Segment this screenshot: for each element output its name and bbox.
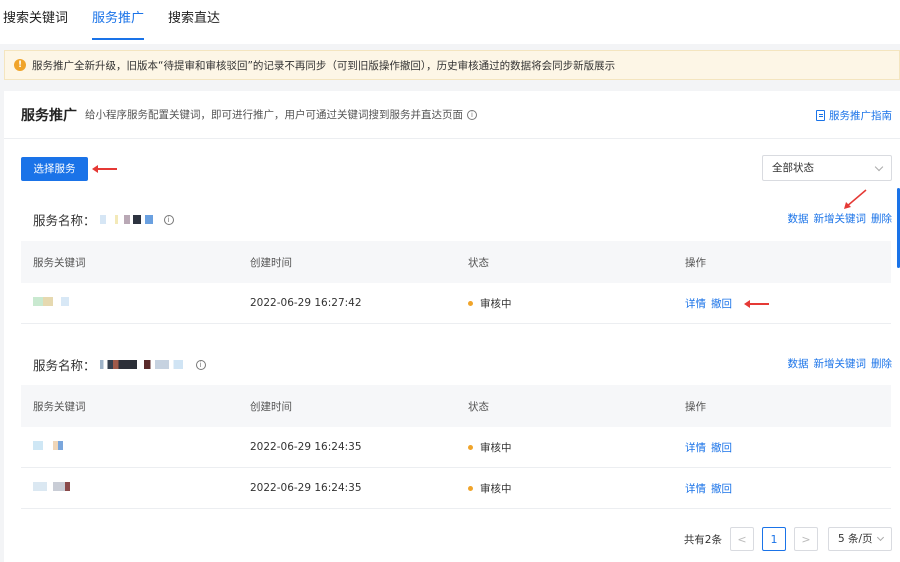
withdraw-link[interactable]: 撤回	[711, 298, 732, 310]
redacted-service-name	[99, 215, 160, 224]
annotation-arrow-icon	[844, 189, 867, 209]
table-header: 服务关键词 创建时间 状态 操作	[21, 241, 891, 283]
annotation-arrow-icon	[744, 300, 769, 307]
service-name-1: 服务名称： i	[33, 210, 174, 229]
chevron-down-icon	[876, 533, 885, 542]
status-text: 审核中	[480, 297, 512, 310]
info-icon[interactable]: i	[163, 214, 174, 225]
table-row: 2022-06-29 16:24:35 审核中 详情 撤回	[21, 427, 891, 468]
created-time: 2022-06-29 16:24:35	[250, 441, 362, 453]
details-link[interactable]: 详情	[685, 483, 706, 495]
service-actions-1: 数据 新增关键词 删除	[783, 211, 893, 226]
status-dot-icon	[468, 300, 473, 306]
total-count: 共有2条	[683, 533, 722, 546]
column-header-status: 状态	[468, 256, 489, 269]
created-time: 2022-06-29 16:27:42	[250, 297, 362, 309]
column-header-time: 创建时间	[250, 400, 292, 413]
info-icon[interactable]: i	[467, 109, 477, 120]
delete-link[interactable]: 删除	[871, 358, 892, 370]
redacted-service-name	[99, 360, 192, 369]
chevron-down-icon	[874, 162, 884, 172]
redacted-keyword	[33, 297, 73, 306]
top-tabs: 搜索关键词 服务推广 搜索直达	[0, 0, 900, 44]
data-link[interactable]: 数据	[788, 358, 809, 370]
created-time: 2022-06-29 16:24:35	[250, 482, 362, 494]
notice-banner: ! 服务推广全新升级，旧版本“待提审和审核驳回”的记录不再同步（可到旧版操作撤回…	[4, 50, 900, 80]
guide-link-label: 服务推广指南	[829, 110, 892, 122]
pagination: 共有2条 < 1 > 5 条/页	[684, 527, 892, 551]
column-header-time: 创建时间	[250, 256, 292, 269]
page-size-value: 5 条/页	[838, 533, 873, 545]
status-text: 审核中	[480, 482, 512, 495]
column-header-actions: 操作	[685, 400, 706, 413]
prev-page-button[interactable]: <	[730, 527, 754, 551]
column-header-keyword: 服务关键词	[33, 400, 86, 413]
card-header: 服务推广 给小程序服务配置关键词，即可进行推广，用户可通过关键词搜到服务并直达页…	[4, 91, 900, 139]
status-text: 审核中	[480, 441, 512, 454]
document-icon	[816, 110, 825, 121]
withdraw-link[interactable]: 撤回	[711, 442, 732, 454]
delete-link[interactable]: 删除	[871, 213, 892, 225]
tab-service-promotion[interactable]: 服务推广	[92, 0, 145, 44]
table-row: 2022-06-29 16:24:35 审核中 详情 撤回	[21, 468, 891, 509]
service-actions-2: 数据 新增关键词 删除	[783, 356, 893, 371]
redacted-keyword	[33, 441, 73, 450]
keyword-table-1: 服务关键词 创建时间 状态 操作 2022-06-29 16:27:42 审核中…	[21, 241, 891, 324]
service-name-2: 服务名称： i	[33, 355, 206, 374]
next-page-button[interactable]: >	[794, 527, 818, 551]
table-header: 服务关键词 创建时间 状态 操作	[21, 385, 891, 427]
service-name-label: 服务名称：	[33, 358, 96, 373]
service-promotion-card: 服务推广 给小程序服务配置关键词，即可进行推广，用户可通过关键词搜到服务并直达页…	[4, 91, 900, 562]
data-link[interactable]: 数据	[788, 213, 809, 225]
page-number-button[interactable]: 1	[762, 527, 786, 551]
annotation-arrow-icon	[92, 165, 117, 172]
status-dot-icon	[468, 444, 473, 450]
column-header-actions: 操作	[685, 256, 706, 269]
tab-search-keywords[interactable]: 搜索关键词	[3, 0, 68, 44]
page-size-select[interactable]: 5 条/页	[828, 527, 892, 551]
column-header-keyword: 服务关键词	[33, 256, 86, 269]
card-description: 给小程序服务配置关键词，即可进行推广，用户可通过关键词搜到服务并直达页面	[85, 109, 463, 121]
add-keyword-link[interactable]: 新增关键词	[814, 213, 867, 225]
card-title: 服务推广	[21, 107, 77, 124]
warning-icon: !	[14, 59, 26, 71]
column-header-status: 状态	[468, 400, 489, 413]
status-filter-value: 全部状态	[772, 162, 814, 174]
add-keyword-link[interactable]: 新增关键词	[814, 358, 867, 370]
service-name-label: 服务名称：	[33, 213, 96, 228]
withdraw-link[interactable]: 撤回	[711, 483, 732, 495]
details-link[interactable]: 详情	[685, 298, 706, 310]
keyword-table-2: 服务关键词 创建时间 状态 操作 2022-06-29 16:24:35 审核中…	[21, 385, 891, 509]
tab-search-direct[interactable]: 搜索直达	[168, 0, 220, 44]
status-filter-select[interactable]: 全部状态	[762, 155, 892, 181]
info-icon[interactable]: i	[195, 359, 206, 370]
guide-link[interactable]: 服务推广指南	[816, 108, 892, 123]
select-service-button[interactable]: 选择服务	[21, 157, 88, 181]
notice-text: 服务推广全新升级，旧版本“待提审和审核驳回”的记录不再同步（可到旧版操作撤回），…	[32, 59, 616, 72]
status-dot-icon	[468, 485, 473, 491]
details-link[interactable]: 详情	[685, 442, 706, 454]
redacted-keyword	[33, 482, 73, 491]
